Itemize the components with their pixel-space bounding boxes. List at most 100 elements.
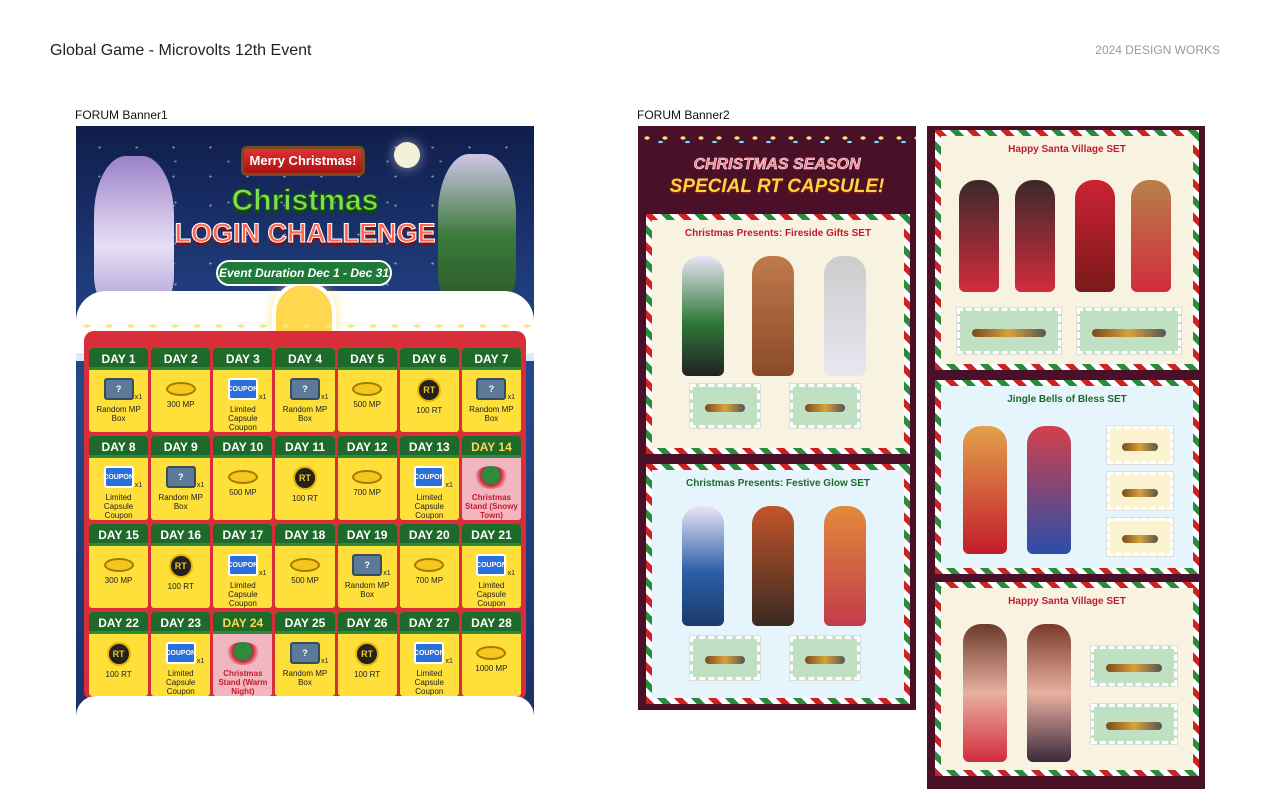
mystery-box-icon: ? [103,378,134,400]
day-label: DAY 20 [399,524,459,546]
mystery-box-icon: ? [352,554,383,576]
character-figure [1027,624,1071,762]
day-label: DAY 18 [275,524,335,546]
reward-name: 700 MP [415,576,444,585]
day-label: DAY 1 [89,348,149,370]
reward-name: 300 MP [166,400,195,409]
set-title: Happy Santa Village SET [1008,144,1126,155]
day-label: DAY 19 [337,524,397,546]
reward-name: Limited Capsule Coupon [166,669,196,696]
weapon-card [1106,471,1174,511]
reward-name: 100 RT [105,670,132,679]
reward-name: 500 MP [291,576,319,585]
character-figure [963,624,1007,762]
calendar-day-cell: DAY 19? x1 Random MP Box [337,524,397,608]
day-label: DAY 23 [151,612,211,634]
reward-name: Random MP Box [469,405,514,423]
reward-name: Limited Capsule Coupon [476,581,507,608]
calendar-day-cell: DAY 1? x1 Random MP Box [89,348,149,432]
reward-quantity: x1 [259,570,267,577]
banner1-label: FORUM Banner1 [75,108,168,122]
day-label: DAY 26 [337,612,397,634]
rt-capsule-banner-right: Happy Santa Village SET Jingle Bells of … [927,126,1205,789]
moon-icon [394,142,420,168]
reward-name: Limited Capsule Coupon [228,581,258,608]
robot-figure [752,256,794,376]
christmas-tree-icon [474,466,509,489]
coupon-icon: COUPON [414,642,445,664]
reward-quantity: x1 [196,482,205,489]
day-label: DAY 28 [461,612,521,634]
weapon-card [789,635,861,681]
string-lights [638,132,916,144]
calendar-day-cell: DAY 3 COUPON x1 Limited Capsule Coupon [213,348,273,432]
calendar-day-cell: DAY 9? x1 Random MP Box [151,436,211,520]
weapon-card [1106,425,1174,465]
coupon-icon: COUPON [227,554,258,576]
calendar-day-cell: DAY 6 RT 100 RT [399,348,459,432]
character-figure [963,426,1007,554]
coupon-icon: COUPON [165,642,196,664]
day-label: DAY 7 [461,348,521,370]
character-figure [1027,426,1071,554]
rt-coin-icon: RT [355,642,380,666]
calendar-day-cell: DAY 16 RT 100 RT [151,524,211,608]
design-works-label: 2024 DESIGN WORKS [1095,43,1220,57]
set-panel-festive-glow: Christmas Presents: Festive Glow SET [646,464,910,704]
calendar-day-cell: DAY 5 500 MP [337,348,397,432]
title-login-challenge: LOGIN CHALLENGE [174,218,436,249]
calendar-day-cell: DAY 22 RT 100 RT [89,612,149,696]
calendar-day-cell: DAY 8 COUPON x1 Limited Capsule Coupon [89,436,149,520]
reward-quantity: x1 [321,394,329,401]
calendar-day-cell: DAY 13 COUPON x1 Limited Capsule Coupon [399,436,459,520]
banner2-label: FORUM Banner2 [637,108,730,122]
day-label: DAY 12 [337,436,397,458]
title-christmas: Christmas [231,184,379,218]
weapon-card [689,635,761,681]
calendar-day-cell: DAY 23 COUPON x1 Limited Capsule Coupon [151,612,211,696]
calendar-day-cell: DAY 11 RT 100 RT [275,436,335,520]
reward-name: Random MP Box [96,405,141,423]
reward-name: 300 MP [104,576,133,585]
day-label: DAY 24 [213,612,273,634]
reward-name: Random MP Box [282,669,328,687]
calendar-day-cell: DAY 17 COUPON x1 Limited Capsule Coupon [213,524,273,608]
mystery-box-icon: ? [165,466,196,488]
calendar-day-cell: DAY 7? x1 Random MP Box [461,348,521,432]
coupon-icon: COUPON [476,554,507,576]
reward-quantity: x1 [383,570,391,577]
reward-quantity: x1 [507,394,515,401]
calendar-day-cell: DAY 2 300 MP [151,348,211,432]
day-label: DAY 25 [275,612,335,634]
reward-quantity: x1 [445,658,453,665]
mp-coin-icon [476,646,507,660]
day-label: DAY 2 [151,348,211,370]
set-panel-santa-village: Happy Santa Village SET [935,130,1199,370]
weapon-card [1090,645,1178,687]
title-special-rt-capsule: SPECIAL RT CAPSULE! [669,176,885,197]
coupon-icon: COUPON [227,378,258,400]
day-label: DAY 8 [89,436,149,458]
weapon-card [1090,703,1178,745]
reward-name: Random MP Box [282,405,328,423]
day-label: DAY 15 [89,524,149,546]
day-label: DAY 27 [399,612,459,634]
day-label: DAY 9 [151,436,211,458]
day-label: DAY 16 [151,524,211,546]
reward-name: 500 MP [353,400,381,409]
rt-coin-icon: RT [292,466,317,490]
set-panel-fireside: Christmas Presents: Fireside Gifts SET [646,214,910,454]
reward-quantity: x1 [134,394,143,401]
rt-capsule-banner-left: CHRISTMAS SEASON SPECIAL RT CAPSULE! Chr… [638,126,916,710]
merry-christmas-sign: Merry Christmas! [241,146,365,176]
calendar-day-cell: DAY 21 COUPON x1 Limited Capsule Coupon [461,524,521,608]
set-panel-jingle-bells: Jingle Bells of Bless SET [935,380,1199,574]
rt-coin-icon: RT [168,554,193,578]
rt-coin-icon: RT [417,378,442,402]
character-figure [682,506,724,626]
mystery-box-icon: ? [289,378,320,400]
mp-coin-icon [289,558,320,572]
calendar-day-cell: DAY 24 Christmas Stand (Warm Night) [213,612,273,696]
reward-name: Christmas Stand (Snowy Town) [464,493,518,520]
reward-name: 100 RT [167,582,194,591]
